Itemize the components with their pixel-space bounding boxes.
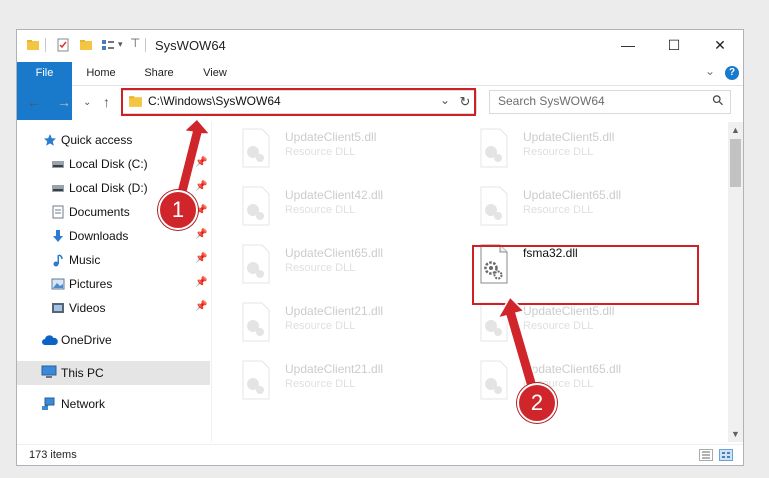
callout-2: 2 (517, 383, 557, 423)
annotation-arrows (175, 117, 538, 389)
callout-1: 1 (158, 190, 198, 230)
